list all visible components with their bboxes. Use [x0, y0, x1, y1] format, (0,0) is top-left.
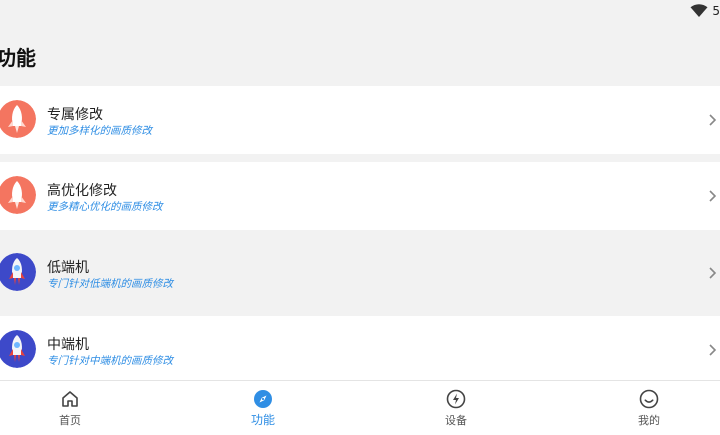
chevron-right-icon: [709, 114, 717, 126]
rocket-orange-icon: [0, 100, 36, 138]
rocket-blue-icon: [0, 330, 36, 368]
tab-label: 设备: [445, 414, 467, 427]
feature-title: 高优化修改: [47, 183, 117, 199]
tab-label: 首页: [59, 414, 81, 427]
tab-label: 我的: [638, 414, 660, 427]
home-icon: [62, 391, 78, 407]
lightning-icon: [446, 389, 466, 409]
tab-home[interactable]: 首页: [10, 381, 130, 435]
rocket-blue-icon: [0, 253, 36, 291]
feature-title: 中端机: [47, 337, 89, 353]
bottom-tab-bar: 首页 功能 设备 我的: [0, 380, 720, 435]
status-bar: 5: [0, 0, 720, 24]
feature-subtitle: 专门针对低端机的画质修改: [47, 278, 173, 290]
feature-item-high-optimization[interactable]: 高优化修改 更多精心优化的画质修改: [0, 162, 720, 230]
feature-subtitle: 更多精心优化的画质修改: [47, 201, 163, 213]
wifi-icon: [690, 4, 708, 17]
feature-item-exclusive[interactable]: 专属修改 更加多样化的画质修改: [0, 86, 720, 154]
feature-item-low-end[interactable]: 低端机 专门针对低端机的画质修改: [0, 231, 720, 315]
feature-title: 低端机: [47, 260, 89, 276]
tab-profile[interactable]: 我的: [589, 381, 709, 435]
feature-title: 专属修改: [47, 107, 103, 123]
compass-icon: [254, 390, 272, 408]
smile-icon: [639, 389, 659, 409]
chevron-right-icon: [709, 344, 717, 356]
feature-subtitle: 专门针对中端机的画质修改: [47, 355, 173, 367]
feature-item-mid-range[interactable]: 中端机 专门针对中端机的画质修改: [0, 316, 720, 380]
tab-device[interactable]: 设备: [396, 381, 516, 435]
tab-features[interactable]: 功能: [203, 381, 323, 435]
tab-label: 功能: [250, 413, 275, 427]
signal-text: 5: [712, 4, 720, 18]
rocket-orange-icon: [0, 176, 36, 214]
chevron-right-icon: [709, 267, 717, 279]
page-title: 功能: [0, 46, 36, 70]
chevron-right-icon: [709, 190, 717, 202]
feature-subtitle: 更加多样化的画质修改: [47, 125, 152, 137]
